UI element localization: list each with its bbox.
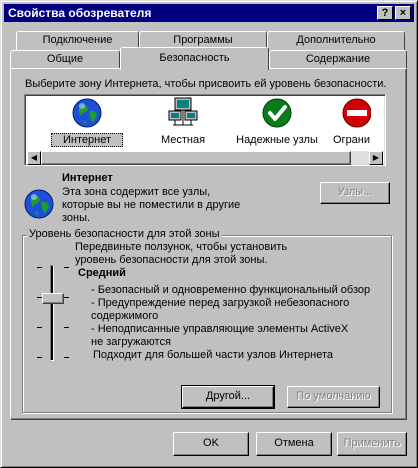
zone-item-local[interactable]: Местная	[143, 97, 223, 149]
slider-hint: Передвиньте ползунок, чтобы установить у…	[75, 241, 288, 266]
globe-icon	[72, 98, 102, 128]
sites-button: Узлы...	[320, 182, 390, 204]
zone-label-internet: Интернет	[51, 133, 123, 147]
cancel-button[interactable]: Отмена	[256, 432, 332, 456]
slider-thumb[interactable]	[42, 293, 64, 304]
ok-button-label: OK	[203, 437, 219, 449]
tab-content[interactable]: Содержание	[269, 50, 407, 69]
security-level-group-title: Уровень безопасности для этой зоны	[27, 228, 222, 240]
scroll-thumb[interactable]	[41, 151, 351, 165]
title-bar[interactable]: Свойства обозревателя ? ×	[4, 4, 414, 22]
slider-tick	[64, 297, 69, 298]
zones-list[interactable]: Интернет Местная Надежные узлы Ограни ◀ …	[24, 94, 386, 166]
zones-horizontal-scrollbar[interactable]: ◀ ▶	[27, 151, 383, 165]
zone-label-restricted: Ограни	[333, 134, 371, 146]
custom-level-button-label: Другой...	[205, 390, 251, 402]
arrow-right-icon: ▶	[372, 153, 380, 162]
arrow-left-icon: ◀	[30, 153, 38, 162]
network-computer-icon	[168, 97, 198, 126]
default-level-button: По умолчанию	[287, 386, 380, 408]
default-level-button-label: По умолчанию	[296, 390, 371, 402]
slider-tick	[37, 357, 42, 358]
slider-tick	[37, 327, 42, 328]
zone-item-internet[interactable]: Интернет	[39, 97, 135, 149]
window-title: Свойства обозревателя	[8, 6, 152, 20]
selected-zone-name: Интернет	[62, 172, 113, 184]
close-button[interactable]: ×	[395, 6, 411, 20]
custom-level-button[interactable]: Другой...	[181, 385, 275, 409]
sites-button-label: Узлы...	[337, 186, 373, 198]
slider-tick	[64, 357, 69, 358]
globe-icon	[24, 189, 54, 219]
cancel-button-label: Отмена	[274, 437, 314, 449]
apply-button: Применить	[337, 432, 407, 456]
tab-security[interactable]: Безопасность	[120, 47, 269, 70]
zone-prompt: Выберите зону Интернета, чтобы присвоить…	[25, 78, 387, 90]
level-bullet: - Предупреждение перед загрузкой небезоп…	[91, 297, 350, 322]
slider-tick	[64, 267, 69, 268]
slider-track	[50, 265, 54, 361]
internet-options-window: Свойства обозревателя ? × Подключение Пр…	[0, 0, 418, 468]
level-bullet: - Неподписанные управляющие элементы Act…	[91, 323, 349, 348]
slider-tick	[37, 267, 42, 268]
ok-button[interactable]: OK	[173, 432, 249, 456]
scroll-right-button[interactable]: ▶	[369, 151, 383, 165]
level-name: Средний	[78, 267, 126, 279]
restricted-icon	[342, 98, 371, 128]
zone-item-restricted[interactable]: Ограни	[331, 97, 371, 149]
selected-zone-description: Эта зона содержит все узлы, которые вы н…	[62, 186, 241, 224]
slider-tick	[64, 327, 69, 328]
zone-label-trusted: Надежные узлы	[236, 134, 318, 146]
green-check-icon	[262, 98, 292, 128]
tab-advanced[interactable]: Дополнительно	[267, 31, 405, 50]
zone-item-trusted[interactable]: Надежные узлы	[225, 97, 329, 149]
level-bullet: - Безопасный и одновременно функциональн…	[91, 284, 371, 296]
scroll-left-button[interactable]: ◀	[27, 151, 41, 165]
apply-button-label: Применить	[343, 437, 401, 449]
help-button[interactable]: ?	[377, 6, 393, 20]
zone-label-local: Местная	[160, 134, 206, 146]
level-bullet: Подходит для большей части узлов Интерне…	[93, 349, 333, 361]
security-level-slider[interactable]	[33, 263, 73, 367]
tab-security-label: Безопасность	[159, 52, 230, 64]
tab-general[interactable]: Общие	[10, 50, 120, 69]
